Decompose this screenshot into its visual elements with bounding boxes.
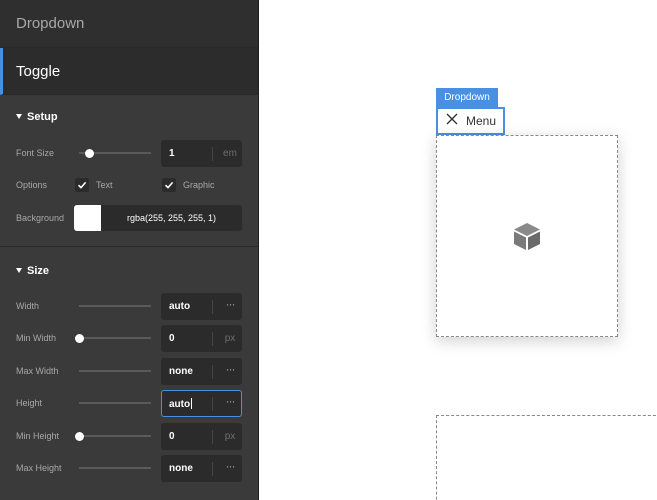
text-checkbox-label[interactable]: Text <box>96 180 113 190</box>
font-size-value[interactable]: 1 <box>169 148 175 159</box>
close-icon <box>446 112 458 130</box>
settings-panel: Dropdown Toggle Setup Font Size 1 em Opt… <box>0 0 259 500</box>
nav-item-dropdown[interactable]: Dropdown <box>0 0 258 48</box>
font-size-row: Font Size 1 em <box>0 139 258 167</box>
text-checkbox[interactable] <box>75 178 89 192</box>
max-height-label: Max Height <box>16 463 62 473</box>
min-width-unit[interactable]: px <box>220 333 240 344</box>
toggle-menu-text: Menu <box>466 114 497 128</box>
max-height-field[interactable]: none ··· <box>161 454 242 482</box>
more-options-icon[interactable]: ··· <box>219 362 241 376</box>
min-height-slider-knob[interactable] <box>75 431 84 441</box>
more-options-icon[interactable]: ··· <box>219 297 241 311</box>
width-value[interactable]: auto <box>169 301 190 312</box>
max-height-row: Max Height none ··· <box>0 454 258 482</box>
max-width-slider-track[interactable] <box>79 370 151 372</box>
nav-item-toggle-label: Toggle <box>16 62 61 80</box>
max-width-field[interactable]: none ··· <box>161 357 242 385</box>
min-width-slider-knob[interactable] <box>75 333 84 343</box>
placeholder-box[interactable] <box>436 415 657 500</box>
font-size-unit[interactable]: em <box>220 148 240 159</box>
min-width-slider[interactable] <box>75 333 151 343</box>
options-row: Options Text Graphic <box>0 171 258 199</box>
height-field[interactable]: auto ··· <box>161 389 242 417</box>
min-height-row: Min Height 0 px <box>0 422 258 450</box>
min-width-row: Min Width 0 px <box>0 324 258 352</box>
width-slider-track[interactable] <box>79 305 151 307</box>
background-row: Background rgba(255, 255, 255, 1) <box>0 204 258 232</box>
max-width-label: Max Width <box>16 366 59 376</box>
min-width-field[interactable]: 0 px <box>161 324 242 352</box>
background-color-swatch[interactable] <box>74 205 101 231</box>
graphic-checkbox[interactable] <box>162 178 176 192</box>
dropdown-list-placeholder[interactable] <box>436 135 618 337</box>
more-options-icon[interactable]: ··· <box>219 459 241 473</box>
section-title-size: Size <box>27 264 50 277</box>
max-height-value[interactable]: none <box>169 463 193 474</box>
max-width-value[interactable]: none <box>169 366 193 377</box>
field-separator <box>212 396 213 411</box>
options-label: Options <box>16 180 48 190</box>
background-color-value[interactable]: rgba(255, 255, 255, 1) <box>101 213 242 223</box>
min-height-field[interactable]: 0 px <box>161 422 242 450</box>
more-options-icon[interactable]: ··· <box>219 394 241 408</box>
height-label: Height <box>16 398 43 408</box>
section-header-setup[interactable]: Setup <box>0 98 58 135</box>
min-height-slider[interactable] <box>75 431 151 441</box>
font-size-field[interactable]: 1 em <box>161 139 242 167</box>
field-separator <box>212 461 213 476</box>
graphic-checkbox-label[interactable]: Graphic <box>183 180 215 190</box>
width-field[interactable]: auto ··· <box>161 292 242 320</box>
height-row: Height auto ··· <box>0 389 258 417</box>
width-row: Width auto ··· <box>0 292 258 320</box>
max-height-slider-track[interactable] <box>79 467 151 469</box>
cube-icon <box>514 223 540 250</box>
field-separator <box>212 429 213 444</box>
height-value[interactable]: auto <box>169 399 190 410</box>
height-value-wrap[interactable]: auto <box>169 397 193 410</box>
min-height-unit[interactable]: px <box>220 431 240 442</box>
check-icon <box>164 181 174 189</box>
field-separator <box>212 364 213 379</box>
nav-item-dropdown-label: Dropdown <box>16 15 85 32</box>
background-color-field[interactable]: rgba(255, 255, 255, 1) <box>74 205 242 231</box>
font-size-slider[interactable] <box>79 148 151 158</box>
min-height-value[interactable]: 0 <box>169 431 175 442</box>
field-separator <box>212 331 213 346</box>
font-size-label: Font Size <box>16 148 55 158</box>
min-width-value[interactable]: 0 <box>169 333 175 344</box>
field-separator <box>212 299 213 314</box>
check-icon <box>77 181 87 189</box>
max-width-row: Max Width none ··· <box>0 357 258 385</box>
nav-item-toggle[interactable]: Toggle <box>0 48 258 95</box>
min-width-label: Min Width <box>16 333 57 343</box>
section-header-size[interactable]: Size <box>0 252 49 289</box>
dropdown-toggle-element[interactable]: Menu <box>436 107 505 135</box>
width-label: Width <box>16 301 40 311</box>
field-separator <box>212 146 213 161</box>
font-size-slider-knob[interactable] <box>85 148 94 158</box>
caret-down-icon <box>16 268 22 273</box>
height-slider-track[interactable] <box>79 402 151 404</box>
section-divider <box>0 246 258 247</box>
background-label: Background <box>16 213 65 223</box>
selected-element-badge[interactable]: Dropdown <box>436 88 498 107</box>
section-title-setup: Setup <box>27 110 58 123</box>
text-cursor <box>191 397 193 409</box>
caret-down-icon <box>16 114 22 119</box>
min-height-label: Min Height <box>16 431 60 441</box>
design-canvas[interactable]: Dropdown Menu <box>260 0 657 500</box>
